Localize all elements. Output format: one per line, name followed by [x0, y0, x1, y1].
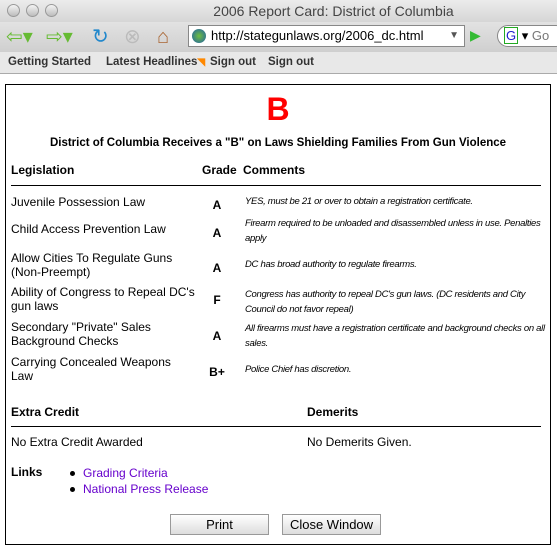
- law-grade: B+: [209, 365, 225, 379]
- headline: District of Columbia Receives a "B" on L…: [49, 137, 507, 149]
- header-divider: [11, 185, 541, 186]
- close-window-button[interactable]: Close Window: [282, 514, 381, 535]
- law-name: Secondary "Private" Sales Background Che…: [11, 320, 151, 348]
- law-grade: A: [212, 226, 222, 240]
- title-bar: 2006 Report Card: District of Columbia: [0, 0, 557, 22]
- grading-criteria-link[interactable]: Grading Criteria: [83, 466, 168, 480]
- search-input[interactable]: G ▾ Go: [497, 25, 557, 47]
- law-name: Juvenile Possession Law: [11, 195, 146, 209]
- bookmark-sign-out-2[interactable]: Sign out: [268, 56, 314, 68]
- bookmark-latest-headlines[interactable]: Latest Headlines◥: [106, 56, 205, 68]
- bookmark-label: Latest Headlines: [106, 56, 198, 68]
- url-input[interactable]: http://stategunlaws.org/2006_dc.html ▼: [188, 25, 465, 47]
- links-label: Links: [11, 465, 43, 479]
- navigation-toolbar: ⇦▾ ⇨▾ ↻ ⊗ ⌂ http://stategunlaws.org/2006…: [0, 22, 557, 52]
- stop-icon[interactable]: ⊗: [124, 25, 141, 49]
- reload-icon[interactable]: ↻: [92, 25, 109, 49]
- section-divider: [11, 426, 541, 427]
- legislation-header: Legislation: [11, 163, 75, 177]
- url-text: http://stategunlaws.org/2006_dc.html: [211, 28, 424, 43]
- bookmark-getting-started[interactable]: Getting Started: [8, 56, 91, 68]
- law-comment: All firearms must have a registration ce…: [245, 323, 545, 349]
- bookmarks-bar: Getting Started Latest Headlines◥ Sign o…: [0, 52, 557, 74]
- back-icon[interactable]: ⇦▾: [6, 25, 33, 49]
- google-icon: G: [504, 27, 519, 44]
- globe-icon: [192, 29, 206, 43]
- report-card: B District of Columbia Receives a "B" on…: [5, 84, 551, 545]
- extra-credit-value: No Extra Credit Awarded: [11, 435, 143, 449]
- law-name: Allow Cities To Regulate Guns (Non-Preem…: [11, 251, 173, 279]
- window-title: 2006 Report Card: District of Columbia: [213, 3, 454, 19]
- law-comment: DC has broad authority to regulate firea…: [245, 259, 417, 270]
- home-icon[interactable]: ⌂: [157, 25, 169, 49]
- forward-icon[interactable]: ⇨▾: [46, 25, 73, 49]
- law-name: Child Access Prevention Law: [11, 222, 166, 236]
- comments-header: Comments: [243, 163, 306, 177]
- overall-grade: B: [266, 91, 290, 127]
- law-comment: Congress has authority to repeal DC's gu…: [245, 289, 526, 315]
- go-icon[interactable]: ▶: [470, 27, 481, 44]
- search-placeholder: Go: [531, 28, 550, 43]
- law-grade: A: [212, 198, 222, 212]
- demerits-header: Demerits: [307, 405, 359, 419]
- bullet-icon: [70, 487, 75, 492]
- law-name: Ability of Congress to Repeal DC's gun l…: [11, 285, 195, 313]
- print-button[interactable]: Print: [170, 514, 269, 535]
- law-grade: A: [212, 329, 222, 343]
- law-name: Carrying Concealed Weapons Law: [11, 355, 171, 383]
- bullet-icon: [70, 471, 75, 476]
- extra-credit-header: Extra Credit: [11, 405, 80, 419]
- law-grade: F: [213, 293, 221, 307]
- law-grade: A: [212, 261, 222, 275]
- demerits-value: No Demerits Given.: [307, 435, 412, 449]
- law-comment: YES, must be 21 or over to obtain a regi…: [245, 196, 473, 207]
- grade-header: Grade: [202, 163, 237, 177]
- national-press-release-link[interactable]: National Press Release: [83, 482, 208, 496]
- law-comment: Firearm required to be unloaded and disa…: [245, 218, 541, 244]
- bookmark-sign-out[interactable]: Sign out: [210, 56, 256, 68]
- law-comment: Police Chief has discretion.: [245, 364, 352, 375]
- rss-icon: ◥: [197, 57, 206, 68]
- chevron-down-icon[interactable]: ▼: [449, 26, 459, 46]
